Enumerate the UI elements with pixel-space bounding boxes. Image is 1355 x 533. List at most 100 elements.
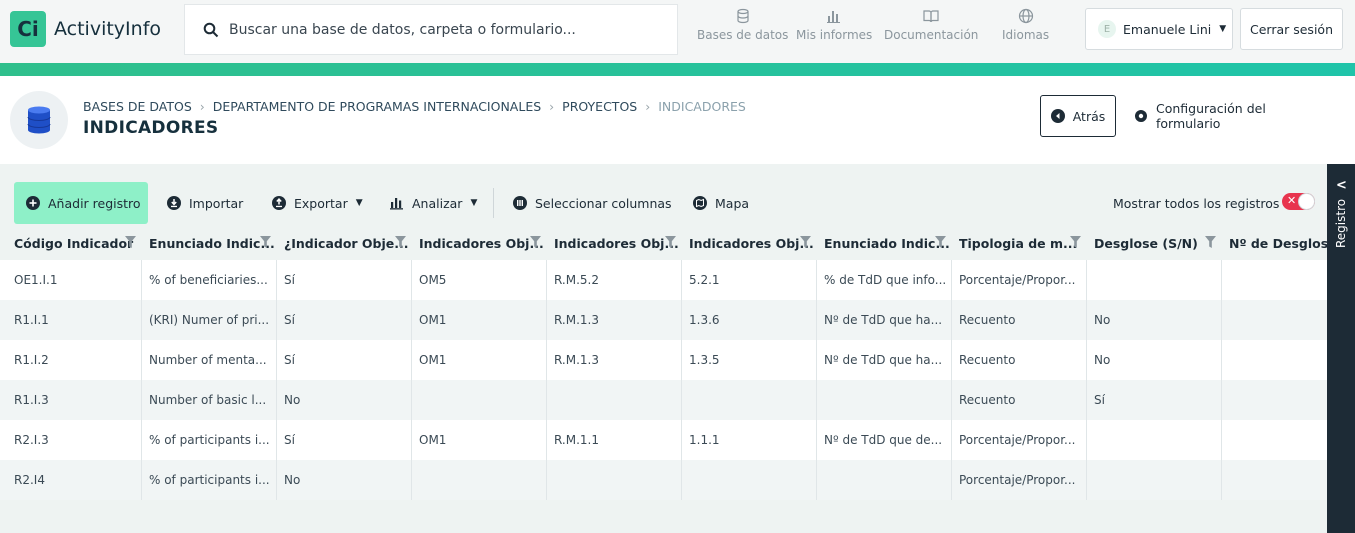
table-cell[interactable]: R.M.5.2 bbox=[547, 260, 682, 300]
filter-icon[interactable] bbox=[125, 236, 136, 248]
table-cell[interactable] bbox=[1087, 260, 1222, 300]
column-header[interactable]: Enunciado Indic... bbox=[142, 226, 277, 260]
column-header[interactable]: Enunciado Indic... bbox=[817, 226, 952, 260]
column-header[interactable]: Desglose (S/N) bbox=[1087, 226, 1222, 260]
filter-icon[interactable] bbox=[395, 236, 406, 248]
filter-icon[interactable] bbox=[665, 236, 676, 248]
table-cell[interactable] bbox=[817, 460, 952, 500]
table-cell[interactable] bbox=[1222, 460, 1327, 500]
table-cell[interactable]: R2.I4 bbox=[0, 460, 142, 500]
table-cell[interactable]: Porcentaje/Propor... bbox=[952, 460, 1087, 500]
nav-documentation[interactable]: Documentación bbox=[884, 8, 978, 52]
table-cell[interactable]: (KRI) Numer of pri... bbox=[142, 300, 277, 340]
search-box[interactable] bbox=[184, 4, 678, 55]
filter-icon[interactable] bbox=[260, 236, 271, 248]
table-row[interactable]: R1.I.1 (KRI) Numer of pri... Sí OM1 R.M.1.3 1… bbox=[0, 300, 1327, 340]
table-cell[interactable]: OM1 bbox=[412, 300, 547, 340]
table-cell[interactable] bbox=[682, 380, 817, 420]
user-menu-button[interactable]: E Emanuele Lini ▼ bbox=[1085, 8, 1233, 50]
table-row[interactable]: R2.I4 % of participants i... No Porcentaje/… bbox=[0, 460, 1327, 500]
breadcrumb-item-databases[interactable]: BASES DE DATOS bbox=[83, 99, 192, 114]
column-header[interactable]: Indicadores Obj... bbox=[547, 226, 682, 260]
table-cell[interactable]: R2.I.3 bbox=[0, 420, 142, 460]
breadcrumb-item-projects[interactable]: PROYECTOS bbox=[562, 99, 637, 114]
map-button[interactable]: Mapa bbox=[693, 182, 749, 224]
logout-button[interactable]: Cerrar sesión bbox=[1240, 8, 1343, 50]
table-cell[interactable]: Recuento bbox=[952, 380, 1087, 420]
add-record-button[interactable]: Añadir registro bbox=[14, 182, 148, 224]
column-header[interactable]: Nº de Desgloses bbox=[1222, 226, 1327, 260]
table-cell[interactable]: Sí bbox=[277, 420, 412, 460]
table-cell[interactable] bbox=[1222, 420, 1327, 460]
nav-databases[interactable]: Bases de datos bbox=[697, 8, 788, 52]
table-cell[interactable] bbox=[547, 460, 682, 500]
column-header[interactable]: ¿Indicador Obje... bbox=[277, 226, 412, 260]
table-cell[interactable] bbox=[682, 460, 817, 500]
table-row[interactable]: OE1.I.1 % of beneficiaries... Sí OM5 R.M.5.2… bbox=[0, 260, 1327, 300]
nav-reports[interactable]: Mis informes bbox=[796, 8, 872, 52]
table-cell[interactable] bbox=[1087, 420, 1222, 460]
filter-icon[interactable] bbox=[935, 236, 946, 248]
column-header[interactable]: Indicadores Obj... bbox=[412, 226, 547, 260]
table-cell[interactable]: OE1.I.1 bbox=[0, 260, 142, 300]
filter-icon[interactable] bbox=[800, 236, 811, 248]
table-row[interactable]: R2.I.3 % of participants i... Sí OM1 R.M.1.1… bbox=[0, 420, 1327, 460]
search-input[interactable] bbox=[229, 21, 659, 38]
table-cell[interactable]: Porcentaje/Propor... bbox=[952, 420, 1087, 460]
export-button[interactable]: Exportar ▼ bbox=[272, 182, 363, 224]
table-cell[interactable] bbox=[1222, 340, 1327, 380]
table-cell[interactable] bbox=[1222, 260, 1327, 300]
table-cell[interactable]: Recuento bbox=[952, 300, 1087, 340]
table-cell[interactable]: % of participants i... bbox=[142, 460, 277, 500]
table-cell[interactable]: R.M.1.3 bbox=[547, 340, 682, 380]
column-header[interactable]: Indicadores Obj... bbox=[682, 226, 817, 260]
table-cell[interactable]: No bbox=[277, 460, 412, 500]
table-cell[interactable]: 5.2.1 bbox=[682, 260, 817, 300]
table-cell[interactable]: Number of menta... bbox=[142, 340, 277, 380]
filter-icon[interactable] bbox=[530, 236, 541, 248]
table-cell[interactable]: No bbox=[1087, 300, 1222, 340]
table-row[interactable]: R1.I.3 Number of basic l... No Recuento Sí bbox=[0, 380, 1327, 420]
import-button[interactable]: Importar bbox=[167, 182, 243, 224]
breadcrumb-item-department[interactable]: DEPARTAMENTO DE PROGRAMAS INTERNACIONALE… bbox=[213, 99, 541, 114]
table-cell[interactable]: Nº de TdD que ha... bbox=[817, 340, 952, 380]
table-cell[interactable]: Recuento bbox=[952, 340, 1087, 380]
chevron-left-icon[interactable]: < bbox=[1336, 178, 1347, 193]
table-cell[interactable] bbox=[1222, 380, 1327, 420]
show-all-records-toggle[interactable]: ✕ bbox=[1282, 193, 1315, 210]
table-cell[interactable]: OM5 bbox=[412, 260, 547, 300]
table-cell[interactable] bbox=[412, 460, 547, 500]
table-cell[interactable]: % of participants i... bbox=[142, 420, 277, 460]
table-cell[interactable]: Sí bbox=[277, 300, 412, 340]
column-header[interactable]: Código Indicador bbox=[0, 226, 142, 260]
table-cell[interactable] bbox=[817, 380, 952, 420]
table-row[interactable]: R1.I.2 Number of menta... Sí OM1 R.M.1.3 1.3.… bbox=[0, 340, 1327, 380]
table-cell[interactable]: Porcentaje/Propor... bbox=[952, 260, 1087, 300]
table-cell[interactable]: R.M.1.1 bbox=[547, 420, 682, 460]
table-cell[interactable]: R1.I.3 bbox=[0, 380, 142, 420]
record-side-panel[interactable]: < Registro bbox=[1327, 164, 1355, 533]
table-cell[interactable] bbox=[1222, 300, 1327, 340]
select-columns-button[interactable]: Seleccionar columnas bbox=[513, 182, 672, 224]
filter-icon[interactable] bbox=[1205, 236, 1216, 248]
nav-languages[interactable]: Idiomas bbox=[1002, 8, 1049, 52]
app-logo[interactable]: Ci ActivityInfo bbox=[10, 11, 161, 47]
table-cell[interactable] bbox=[1087, 460, 1222, 500]
table-cell[interactable]: R1.I.1 bbox=[0, 300, 142, 340]
table-cell[interactable]: 1.1.1 bbox=[682, 420, 817, 460]
table-cell[interactable]: OM1 bbox=[412, 340, 547, 380]
table-cell[interactable] bbox=[547, 380, 682, 420]
filter-icon[interactable] bbox=[1070, 236, 1081, 248]
form-settings-button[interactable]: Configuración del formulario bbox=[1134, 95, 1334, 137]
table-cell[interactable]: Number of basic l... bbox=[142, 380, 277, 420]
table-cell[interactable]: Sí bbox=[277, 260, 412, 300]
table-cell[interactable]: No bbox=[1087, 340, 1222, 380]
table-cell[interactable]: OM1 bbox=[412, 420, 547, 460]
table-cell[interactable]: Nº de TdD que de... bbox=[817, 420, 952, 460]
table-cell[interactable]: Nº de TdD que ha... bbox=[817, 300, 952, 340]
table-cell[interactable]: % of beneficiaries... bbox=[142, 260, 277, 300]
table-cell[interactable]: R.M.1.3 bbox=[547, 300, 682, 340]
analyze-button[interactable]: Analizar ▼ bbox=[390, 182, 477, 224]
table-cell[interactable]: Sí bbox=[1087, 380, 1222, 420]
table-cell[interactable] bbox=[412, 380, 547, 420]
